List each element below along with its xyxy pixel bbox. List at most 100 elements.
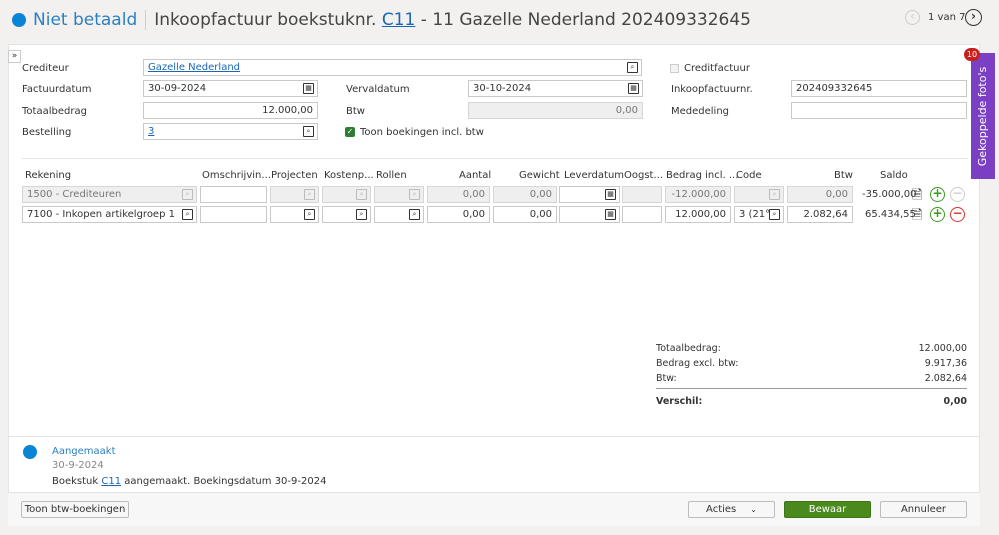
next-icon[interactable]: › bbox=[965, 9, 982, 26]
creditfactuur-label: Creditfactuur bbox=[684, 63, 750, 74]
page-header: Niet betaald Inkoopfactuur boekstuknr. C… bbox=[12, 8, 751, 32]
code-value: 3 (21° bbox=[739, 209, 771, 220]
omschrijving-field[interactable] bbox=[200, 186, 267, 203]
crediteur-field[interactable]: Gazelle Nederland ⌕ bbox=[143, 59, 642, 76]
totaal-value: 12.000,00 bbox=[918, 343, 967, 354]
totaalbedrag-label: Totaalbedrag bbox=[22, 106, 87, 117]
saldo-value: -35.000,00 bbox=[862, 189, 917, 200]
remove-row-icon[interactable]: − bbox=[950, 207, 965, 222]
document-icon[interactable]: 🗎 bbox=[912, 186, 922, 208]
omschrijving-field[interactable] bbox=[200, 206, 267, 223]
history-suffix: aangemaakt. Boekingsdatum 30-9-2024 bbox=[124, 476, 327, 487]
prev-icon[interactable]: ‹ bbox=[905, 10, 920, 25]
history-prefix: Boekstuk bbox=[52, 476, 99, 487]
bewaar-button[interactable]: Bewaar bbox=[784, 501, 871, 518]
linked-photos-tab[interactable]: Gekoppelde foto's bbox=[971, 53, 995, 179]
history-text: Boekstuk C11 aangemaakt. Boekingsdatum 3… bbox=[52, 476, 326, 487]
btw-field[interactable]: 2.082,64 bbox=[787, 206, 853, 223]
oogst-field bbox=[622, 186, 662, 203]
kostenplaats-field: ⌕ bbox=[322, 186, 371, 203]
lookup-icon[interactable]: ⌕ bbox=[303, 126, 314, 137]
doc-link[interactable]: C11 bbox=[382, 10, 416, 30]
bestelling-field[interactable]: 3 ⌕ bbox=[143, 123, 318, 140]
calendar-icon[interactable]: ▦ bbox=[628, 83, 639, 94]
btw-field: 0,00 bbox=[468, 102, 643, 119]
lookup-icon: ⌕ bbox=[304, 189, 315, 200]
expand-icon[interactable]: » bbox=[8, 50, 21, 63]
inkoopfactuurnr-field[interactable]: 202409332645 bbox=[791, 80, 967, 97]
inkoopfactuurnr-label: Inkoopfactuurnr. bbox=[671, 84, 753, 95]
factuurdatum-field[interactable]: 30-09-2024 ▦ bbox=[143, 80, 318, 97]
bedrag-field: -12.000,00 bbox=[665, 186, 731, 203]
projecten-field[interactable]: ⌕ bbox=[270, 206, 319, 223]
rekening-value: 7100 - Inkopen artikelgroep 1 bbox=[27, 209, 175, 220]
calendar-icon[interactable]: ▦ bbox=[605, 189, 616, 200]
vervaldatum-value: 30-10-2024 bbox=[473, 83, 532, 94]
calendar-icon[interactable]: ▦ bbox=[605, 209, 616, 220]
col-btw: Btw bbox=[834, 170, 853, 181]
toon-incl-btw-label: Toon boekingen incl. btw bbox=[360, 127, 484, 138]
lookup-icon[interactable]: ⌕ bbox=[627, 62, 638, 73]
aantal-field: 0,00 bbox=[427, 186, 490, 203]
remove-row-icon: − bbox=[950, 187, 965, 202]
kostenplaats-field[interactable]: ⌕ bbox=[322, 206, 371, 223]
verschil-label: Verschil: bbox=[656, 396, 703, 407]
vervaldatum-field[interactable]: 30-10-2024 ▦ bbox=[468, 80, 643, 97]
leverdatum-field[interactable]: ▦ bbox=[559, 186, 620, 203]
photo-count-badge: 10 bbox=[964, 48, 980, 61]
col-leverdatum: Leverdatum bbox=[564, 170, 625, 181]
acties-label: Acties bbox=[706, 504, 737, 515]
add-row-icon[interactable]: + bbox=[930, 187, 945, 202]
mededeling-field[interactable] bbox=[791, 102, 967, 119]
rollen-field[interactable]: ⌕ bbox=[374, 206, 424, 223]
col-aantal: Aantal bbox=[459, 170, 492, 181]
factuurdatum-value: 30-09-2024 bbox=[148, 83, 207, 94]
col-bedrag: Bedrag incl. ... bbox=[666, 170, 739, 181]
col-oogst: Oogst... bbox=[624, 170, 664, 181]
col-projecten: Projecten bbox=[271, 170, 318, 181]
col-code: Code bbox=[736, 170, 762, 181]
lookup-icon: ⌕ bbox=[182, 189, 193, 200]
annuleer-button[interactable]: Annuleer bbox=[880, 501, 967, 518]
saldo-value: 65.434,55 bbox=[865, 209, 916, 220]
crediteur-value[interactable]: Gazelle Nederland bbox=[148, 62, 240, 73]
col-gewicht: Gewicht bbox=[519, 170, 560, 181]
col-rollen: Rollen bbox=[376, 170, 407, 181]
oogst-field[interactable] bbox=[622, 206, 662, 223]
add-row-icon[interactable]: + bbox=[930, 207, 945, 222]
btw-total-value: 2.082,64 bbox=[924, 373, 967, 384]
creditfactuur-checkbox[interactable] bbox=[670, 64, 679, 73]
leverdatum-field[interactable]: ▦ bbox=[559, 206, 620, 223]
lookup-icon[interactable]: ⌕ bbox=[769, 209, 780, 220]
calendar-icon[interactable]: ▦ bbox=[303, 83, 314, 94]
code-field[interactable]: 3 (21° ⌕ bbox=[734, 206, 784, 223]
bedrag-field[interactable]: 12.000,00 bbox=[665, 206, 731, 223]
lookup-icon[interactable]: ⌕ bbox=[182, 209, 193, 220]
excl-value: 9.917,36 bbox=[924, 358, 967, 369]
aantal-field[interactable]: 0,00 bbox=[427, 206, 490, 223]
divider bbox=[22, 158, 968, 159]
lookup-icon[interactable]: ⌕ bbox=[409, 209, 420, 220]
gewicht-field[interactable]: 0,00 bbox=[493, 206, 557, 223]
bestelling-label: Bestelling bbox=[22, 127, 72, 138]
gewicht-field: 0,00 bbox=[493, 186, 557, 203]
status-label: Niet betaald bbox=[33, 10, 138, 30]
rekening-field[interactable]: 7100 - Inkopen artikelgroep 1 ⌕ bbox=[22, 206, 197, 223]
lookup-icon: ⌕ bbox=[769, 189, 780, 200]
document-icon[interactable]: 🗎 bbox=[912, 206, 922, 228]
totaalbedrag-field[interactable]: 12.000,00 bbox=[143, 102, 318, 119]
verschil-value: 0,00 bbox=[943, 396, 967, 407]
history-doc-link[interactable]: C11 bbox=[101, 476, 121, 487]
lookup-icon[interactable]: ⌕ bbox=[304, 209, 315, 220]
toon-btw-boekingen-button[interactable]: Toon btw-boekingen bbox=[21, 501, 129, 518]
history-dot-icon bbox=[23, 445, 37, 459]
projecten-field: ⌕ bbox=[270, 186, 319, 203]
btw-total-label: Btw: bbox=[656, 373, 677, 384]
toon-incl-btw-checkbox[interactable]: ✓ bbox=[345, 127, 355, 137]
bestelling-value[interactable]: 3 bbox=[148, 126, 154, 137]
btw-label: Btw bbox=[346, 106, 365, 117]
lookup-icon[interactable]: ⌕ bbox=[356, 209, 367, 220]
history-date: 30-9-2024 bbox=[52, 460, 104, 471]
acties-button[interactable]: Acties ⌄ bbox=[688, 501, 775, 518]
history-event: Aangemaakt bbox=[52, 446, 116, 457]
